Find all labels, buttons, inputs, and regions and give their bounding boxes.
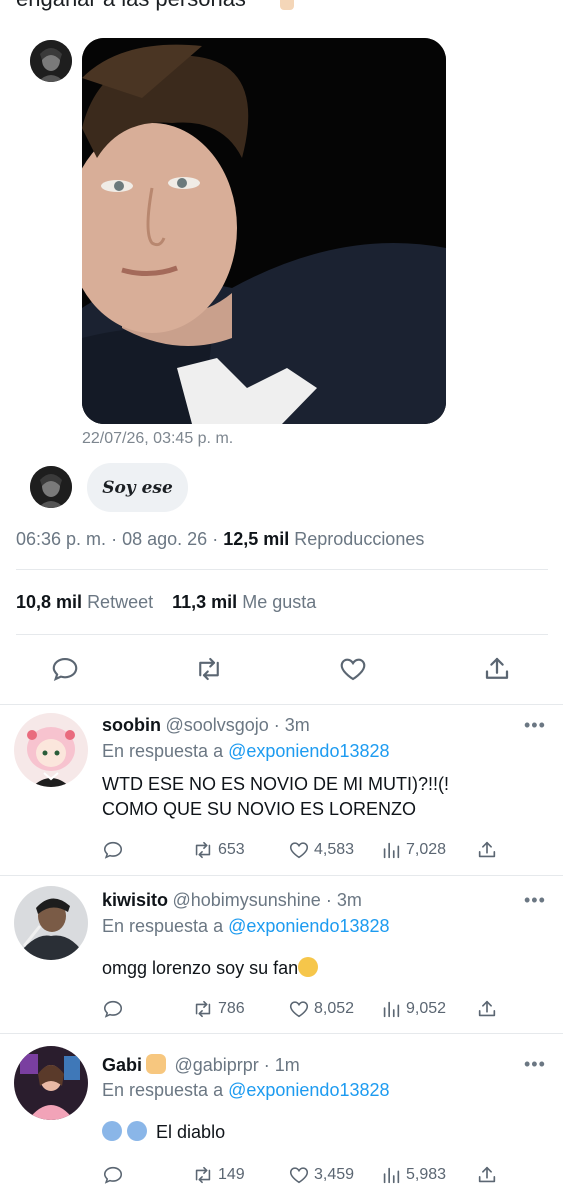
pleading-face-emoji-icon	[298, 957, 319, 977]
reply-to-link[interactable]: @exponiendo13828	[228, 916, 389, 936]
views-count: 12,5 mil	[223, 529, 290, 549]
comment-icon[interactable]	[102, 998, 192, 1020]
reply-tweet[interactable]: Gabi @gabiprpr · 1m ••• En respuesta a @…	[0, 1034, 563, 1200]
tweet-stats: 10,8 mil Retweet 11,3 mil Me gusta	[16, 592, 316, 613]
retweet-button[interactable]: 653	[192, 839, 288, 861]
like-count: 3,459	[314, 1166, 355, 1183]
heart-icon	[289, 1167, 309, 1184]
avatar[interactable]	[14, 1046, 88, 1120]
more-options-icon[interactable]: •••	[524, 1054, 546, 1075]
reply-tweet[interactable]: soobin @soolvsgojo · 3m ••• En respuesta…	[0, 705, 563, 875]
like-label[interactable]: Me gusta	[242, 592, 316, 612]
handle-and-time[interactable]: @soolvsgojo · 3m	[165, 715, 309, 735]
comment-icon[interactable]	[102, 839, 192, 861]
tweet-time: 06:36 p. m.	[16, 529, 107, 549]
display-name[interactable]: soobin	[102, 715, 161, 735]
retweet-icon	[195, 1000, 211, 1018]
views-button[interactable]: 9,052	[380, 998, 476, 1020]
like-count: 4,583	[314, 841, 355, 858]
retweet-icon	[195, 1166, 211, 1184]
sender-avatar	[30, 40, 72, 82]
more-options-icon[interactable]: •••	[524, 715, 546, 736]
meta-separator: ·	[111, 529, 118, 549]
views-count: 5,983	[406, 1166, 447, 1183]
tweet-date: 08 ago. 26	[122, 529, 208, 549]
views-button[interactable]: 5,983	[380, 1164, 476, 1186]
display-name[interactable]: kiwisito	[102, 890, 168, 910]
comment-icon[interactable]	[102, 1164, 192, 1186]
views-count: 7,028	[406, 841, 447, 858]
retweet-label[interactable]: Retweet	[87, 592, 153, 612]
comment-icon[interactable]	[50, 654, 80, 684]
in-reply-label: En respuesta a	[102, 741, 224, 761]
reply-text-line: El diablo	[156, 1122, 226, 1142]
divider	[16, 569, 548, 570]
hand-emoji-icon	[280, 0, 294, 10]
reply-text-line: COMO QUE SU NOVIO ES LORENZO	[102, 799, 417, 819]
screaming-face-emoji-icon	[102, 1121, 122, 1141]
reply-text-line: omgg lorenzo soy su fan	[102, 958, 299, 978]
meta-separator: ·	[212, 529, 219, 549]
views-icon	[383, 1167, 400, 1184]
like-button[interactable]: 4,583	[288, 839, 380, 861]
sender-avatar	[30, 466, 72, 508]
in-reply-label: En respuesta a	[102, 916, 224, 936]
retweet-count: 149	[218, 1166, 245, 1183]
like-button[interactable]: 8,052	[288, 998, 380, 1020]
share-icon[interactable]	[476, 1164, 498, 1186]
like-button[interactable]: 3,459	[288, 1164, 380, 1186]
retweet-button[interactable]: 149	[192, 1164, 288, 1186]
retweet-count: 653	[218, 841, 245, 858]
avatar[interactable]	[14, 713, 88, 787]
reply-text-line: WTD ESE NO ES NOVIO DE MI MUTI)?!!(!	[102, 774, 450, 794]
heart-icon	[289, 1001, 309, 1018]
display-name[interactable]: Gabi	[102, 1055, 142, 1075]
retweet-count: 786	[218, 1000, 245, 1017]
retweet-button[interactable]: 786	[192, 998, 288, 1020]
views-icon	[383, 1001, 400, 1018]
views-label[interactable]: Reproducciones	[294, 529, 424, 549]
share-icon[interactable]	[482, 654, 512, 684]
more-options-icon[interactable]: •••	[524, 890, 546, 911]
shared-photo[interactable]	[82, 38, 446, 424]
divider	[16, 634, 548, 635]
heart-icon	[289, 842, 309, 859]
retweet-icon	[195, 841, 211, 859]
views-icon	[383, 842, 400, 859]
like-count[interactable]: 11,3 mil	[172, 592, 237, 612]
tweet-meta: 06:36 p. m. · 08 ago. 26 · 12,5 mil Repr…	[16, 529, 424, 550]
handle-and-time[interactable]: @gabiprpr · 1m	[174, 1055, 299, 1075]
share-icon[interactable]	[476, 998, 498, 1020]
share-icon[interactable]	[476, 839, 498, 861]
views-button[interactable]: 7,028	[380, 839, 476, 861]
retweet-count[interactable]: 10,8 mil	[16, 592, 82, 612]
avatar[interactable]	[14, 886, 88, 960]
partial-message-text: engañar a las personas	[16, 0, 246, 12]
screaming-face-emoji-icon	[127, 1121, 148, 1141]
handle-and-time[interactable]: @hobimysunshine · 3m	[172, 890, 361, 910]
like-count: 8,052	[314, 1000, 355, 1017]
message-bubble: Soy ese	[87, 463, 188, 512]
heart-icon[interactable]	[338, 654, 368, 684]
reply-tweet[interactable]: kiwisito @hobimysunshine · 3m ••• En res…	[0, 876, 563, 1033]
reply-to-link[interactable]: @exponiendo13828	[228, 1080, 389, 1100]
reply-to-link[interactable]: @exponiendo13828	[228, 741, 389, 761]
in-reply-label: En respuesta a	[102, 1080, 224, 1100]
flexed-biceps-emoji-icon	[146, 1054, 167, 1074]
photo-timestamp: 22/07/26, 03:45 p. m.	[82, 430, 234, 447]
views-count: 9,052	[406, 1000, 447, 1017]
retweet-icon[interactable]	[194, 654, 224, 684]
